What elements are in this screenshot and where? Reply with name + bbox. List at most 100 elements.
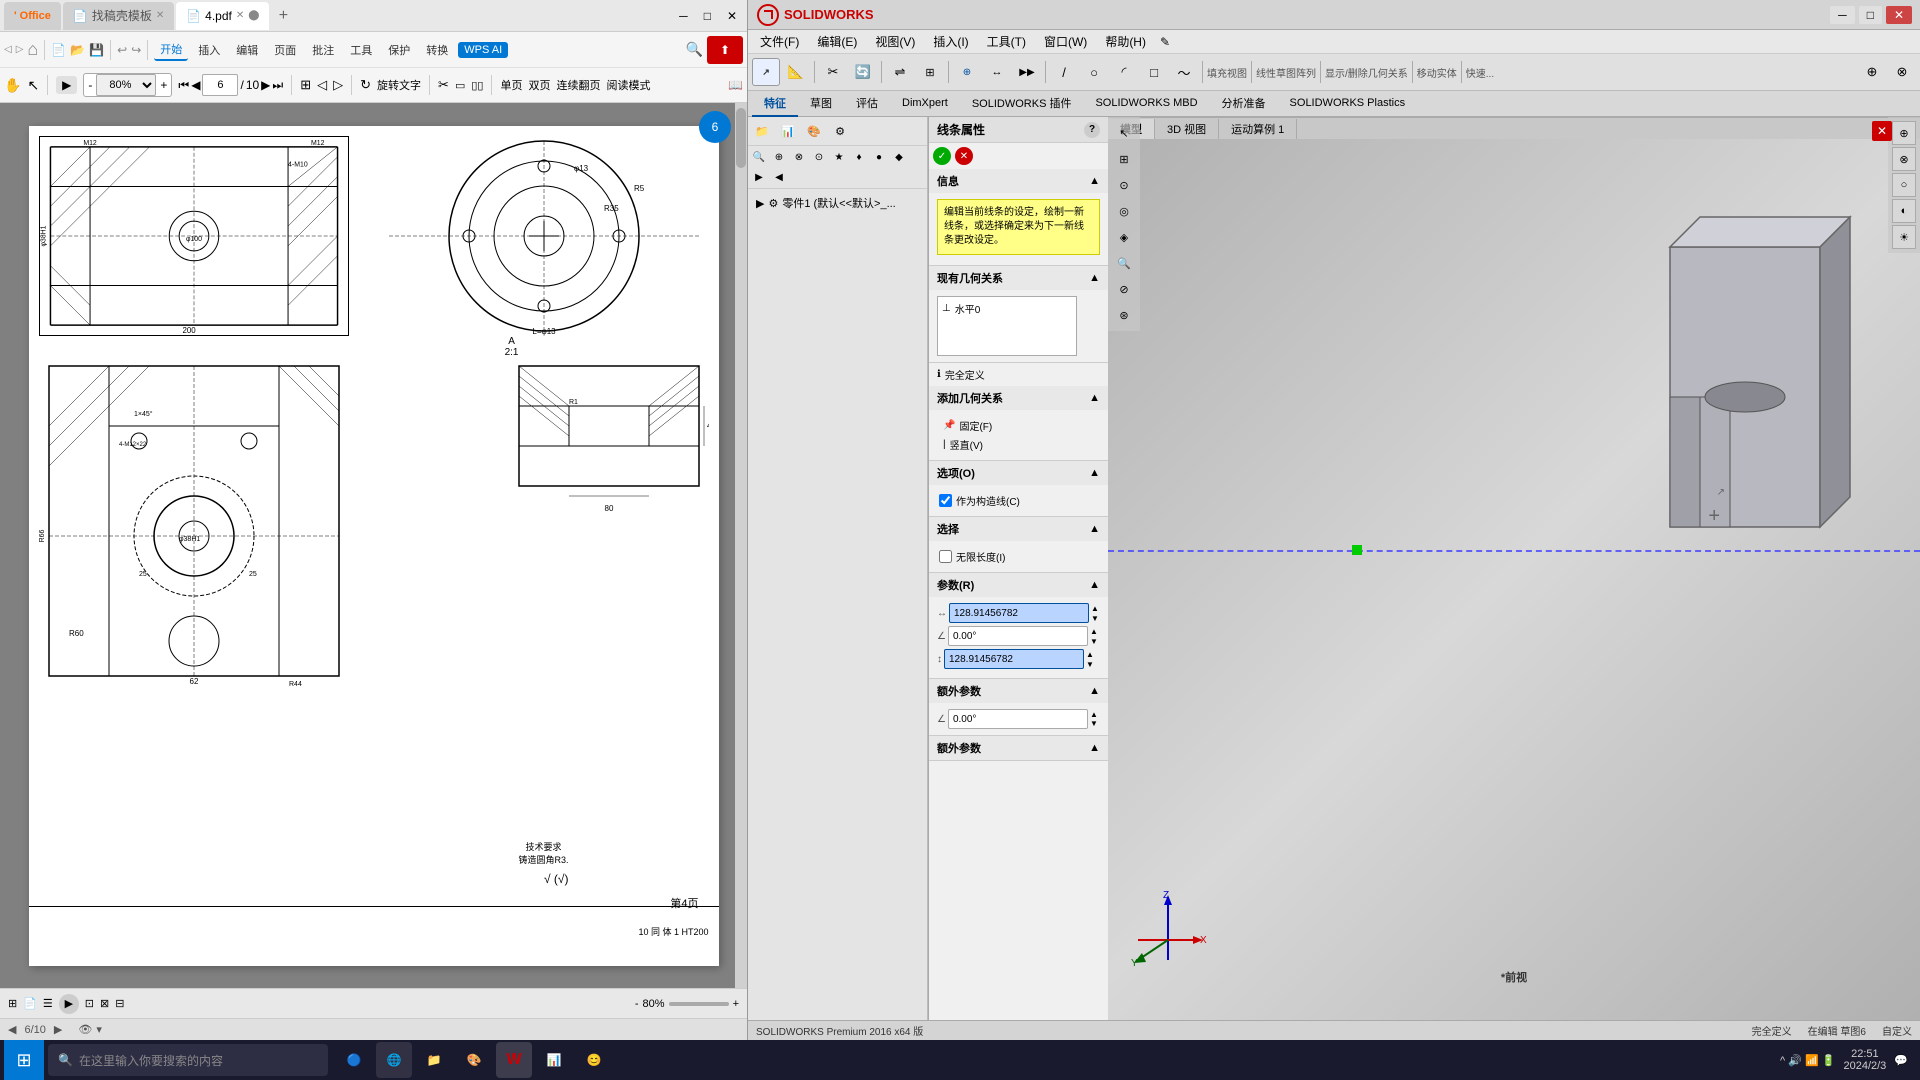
arc-btn[interactable]: ◜ bbox=[1110, 58, 1138, 86]
left-tool-2[interactable]: ⊞ bbox=[1112, 147, 1136, 171]
taskbar-app-explorer[interactable]: 📁 bbox=[416, 1042, 452, 1078]
param1-down[interactable]: ▼ bbox=[1091, 614, 1099, 623]
taskbar-search-box[interactable]: 🔍 在这里输入你要搜索的内容 bbox=[48, 1044, 328, 1076]
sw-minimize-btn[interactable]: ─ bbox=[1830, 6, 1855, 24]
redo-icon[interactable]: ↪ bbox=[131, 43, 141, 57]
save-icon[interactable]: 💾 bbox=[89, 43, 104, 57]
left-tool-3[interactable]: ⊙ bbox=[1112, 173, 1136, 197]
param1-length-input[interactable] bbox=[949, 603, 1089, 623]
taskbar-app-emoji[interactable]: 😊 bbox=[576, 1042, 612, 1078]
start-button[interactable]: ⊞ bbox=[4, 1040, 44, 1080]
menu-page[interactable]: 页面 bbox=[268, 40, 302, 60]
tab-office[interactable]: ' Office bbox=[4, 2, 61, 30]
left-tool-6[interactable]: 🔍 bbox=[1112, 251, 1136, 275]
new-icon[interactable]: 📄 bbox=[51, 43, 66, 57]
menu-annotation[interactable]: 批注 bbox=[306, 40, 340, 60]
param2-up[interactable]: ▲ bbox=[1090, 627, 1098, 636]
tree-item-part[interactable]: ▶ ⚙ 零件1 (默认<<默认>_... bbox=[752, 193, 923, 213]
mirror-btn[interactable]: ⇌ bbox=[886, 58, 914, 86]
tree-icon-7[interactable]: ● bbox=[870, 148, 888, 166]
tab-analysis[interactable]: 分析准备 bbox=[1210, 91, 1278, 117]
close-button[interactable]: ✕ bbox=[721, 7, 743, 25]
show-relations-btn[interactable]: ⊕ bbox=[953, 58, 981, 86]
crop-icon[interactable]: ✂ bbox=[438, 77, 449, 93]
tree-icon-5[interactable]: ★ bbox=[830, 148, 848, 166]
play-icon[interactable]: ▶ bbox=[56, 76, 77, 94]
single-page-btn[interactable]: ▭ bbox=[455, 79, 465, 92]
tab-sw-mbd[interactable]: SOLIDWORKS MBD bbox=[1083, 93, 1209, 115]
fit-page-icon[interactable]: ⊡ bbox=[85, 997, 94, 1010]
tab-pdf-close[interactable]: ✕ bbox=[236, 10, 244, 21]
tab-pdf[interactable]: 📄 4.pdf ✕ ⬤ bbox=[176, 2, 269, 30]
zoom-slider[interactable] bbox=[669, 1002, 729, 1006]
zoom-plus-btn[interactable]: + bbox=[156, 76, 171, 94]
restore-button[interactable]: □ bbox=[698, 7, 717, 25]
menu-tools[interactable]: 工具 bbox=[344, 40, 378, 60]
page-nav-next[interactable]: ▶ bbox=[54, 1023, 62, 1036]
menu-help[interactable]: 帮助(H) bbox=[1097, 31, 1154, 52]
extra-params2-header[interactable]: 额外参数 ▲ bbox=[929, 736, 1108, 760]
thumb-view-icon[interactable]: ⊞ bbox=[8, 997, 17, 1010]
tree-icon-8[interactable]: ◆ bbox=[890, 148, 908, 166]
tab-add-button[interactable]: + bbox=[271, 4, 295, 28]
tab-sw-plugins[interactable]: SOLIDWORKS 插件 bbox=[960, 91, 1084, 117]
continuous-label[interactable]: 连续翻页 bbox=[556, 77, 600, 93]
zoom-minus-btn[interactable]: - bbox=[84, 76, 96, 94]
viewport-tool-1[interactable]: ⊕ bbox=[1892, 121, 1916, 145]
prev-page-btn[interactable]: ◀ bbox=[191, 78, 200, 92]
vertical-scrollbar[interactable] bbox=[735, 103, 747, 988]
prev-view-icon[interactable]: ◁ bbox=[317, 77, 327, 93]
rotate-icon[interactable]: ↻ bbox=[360, 77, 371, 93]
circle-btn[interactable]: ○ bbox=[1080, 58, 1108, 86]
sidebar-btn-1[interactable]: 📁 bbox=[750, 119, 774, 143]
quick-btn[interactable]: ▶▶ bbox=[1013, 58, 1041, 86]
vertical-relation-btn[interactable]: | 竖直(V) bbox=[937, 435, 1100, 454]
tab-template[interactable]: 📄 找稿壳模板 ✕ bbox=[63, 2, 174, 30]
double-page-btn[interactable]: ▯▯ bbox=[471, 79, 483, 92]
menu-insert[interactable]: 插入 bbox=[192, 40, 226, 60]
tree-icon-4[interactable]: ⊙ bbox=[810, 148, 828, 166]
selection-icon[interactable]: ⊟ bbox=[115, 997, 124, 1010]
infinite-length-option[interactable]: 无限长度(I) bbox=[937, 547, 1100, 566]
page-input[interactable] bbox=[202, 74, 238, 96]
nav-forward-icon[interactable]: ▷ bbox=[16, 44, 24, 55]
existing-relations-header[interactable]: 现有几何关系 ▲ bbox=[929, 266, 1108, 290]
param1-up[interactable]: ▲ bbox=[1091, 604, 1099, 613]
home-icon[interactable]: ⌂ bbox=[27, 39, 38, 60]
line-btn[interactable]: / bbox=[1050, 58, 1078, 86]
taskbar-app-paint[interactable]: 🎨 bbox=[456, 1042, 492, 1078]
left-tool-4[interactable]: ◎ bbox=[1112, 199, 1136, 223]
tree-icon-2[interactable]: ⊕ bbox=[770, 148, 788, 166]
param2-down[interactable]: ▼ bbox=[1090, 637, 1098, 646]
param3-up[interactable]: ▲ bbox=[1086, 650, 1094, 659]
add-relations-header[interactable]: 添加几何关系 ▲ bbox=[929, 386, 1108, 410]
left-tool-8[interactable]: ⊛ bbox=[1112, 303, 1136, 327]
notification-icon[interactable]: 💬 bbox=[1894, 1054, 1908, 1067]
exit-sketch-btn[interactable]: ↗ bbox=[752, 58, 780, 86]
tree-icon-10[interactable]: ◀ bbox=[770, 168, 788, 186]
menu-file[interactable]: 文件(F) bbox=[752, 31, 807, 52]
menu-start[interactable]: 开始 bbox=[154, 39, 188, 61]
share-button[interactable]: ⬆ bbox=[707, 36, 743, 64]
menu-edit[interactable]: 编辑(E) bbox=[809, 31, 865, 52]
construction-line-option[interactable]: 作为构造线(C) bbox=[937, 491, 1100, 510]
right-panel-btn-1[interactable]: ⊕ bbox=[1858, 58, 1886, 86]
single-label[interactable]: 单页 bbox=[500, 77, 522, 93]
search-icon[interactable]: 🔍 bbox=[686, 41, 703, 58]
sw-close-btn[interactable]: ✕ bbox=[1886, 6, 1912, 24]
hand-icon[interactable]: ✋ bbox=[4, 77, 21, 94]
smart-dim-btn[interactable]: 📐 bbox=[782, 58, 810, 86]
extra-param1-up[interactable]: ▲ bbox=[1090, 710, 1098, 719]
play-btn[interactable]: ▶ bbox=[59, 994, 79, 1014]
undo-icon[interactable]: ↩ bbox=[117, 43, 127, 57]
menu-tools[interactable]: 工具(T) bbox=[979, 31, 1034, 52]
tree-icon-3[interactable]: ⊗ bbox=[790, 148, 808, 166]
menu-window[interactable]: 窗口(W) bbox=[1036, 31, 1095, 52]
read-mode-btn[interactable]: 阅读模式 bbox=[606, 77, 650, 93]
param3-down[interactable]: ▼ bbox=[1086, 660, 1094, 669]
nav-back-icon[interactable]: ◁ bbox=[4, 44, 12, 55]
menu-protect[interactable]: 保护 bbox=[382, 40, 416, 60]
param3-value-input[interactable] bbox=[944, 649, 1084, 669]
bookmark-icon[interactable]: 📖 bbox=[728, 78, 743, 92]
sidebar-btn-4[interactable]: ⚙ bbox=[828, 119, 852, 143]
